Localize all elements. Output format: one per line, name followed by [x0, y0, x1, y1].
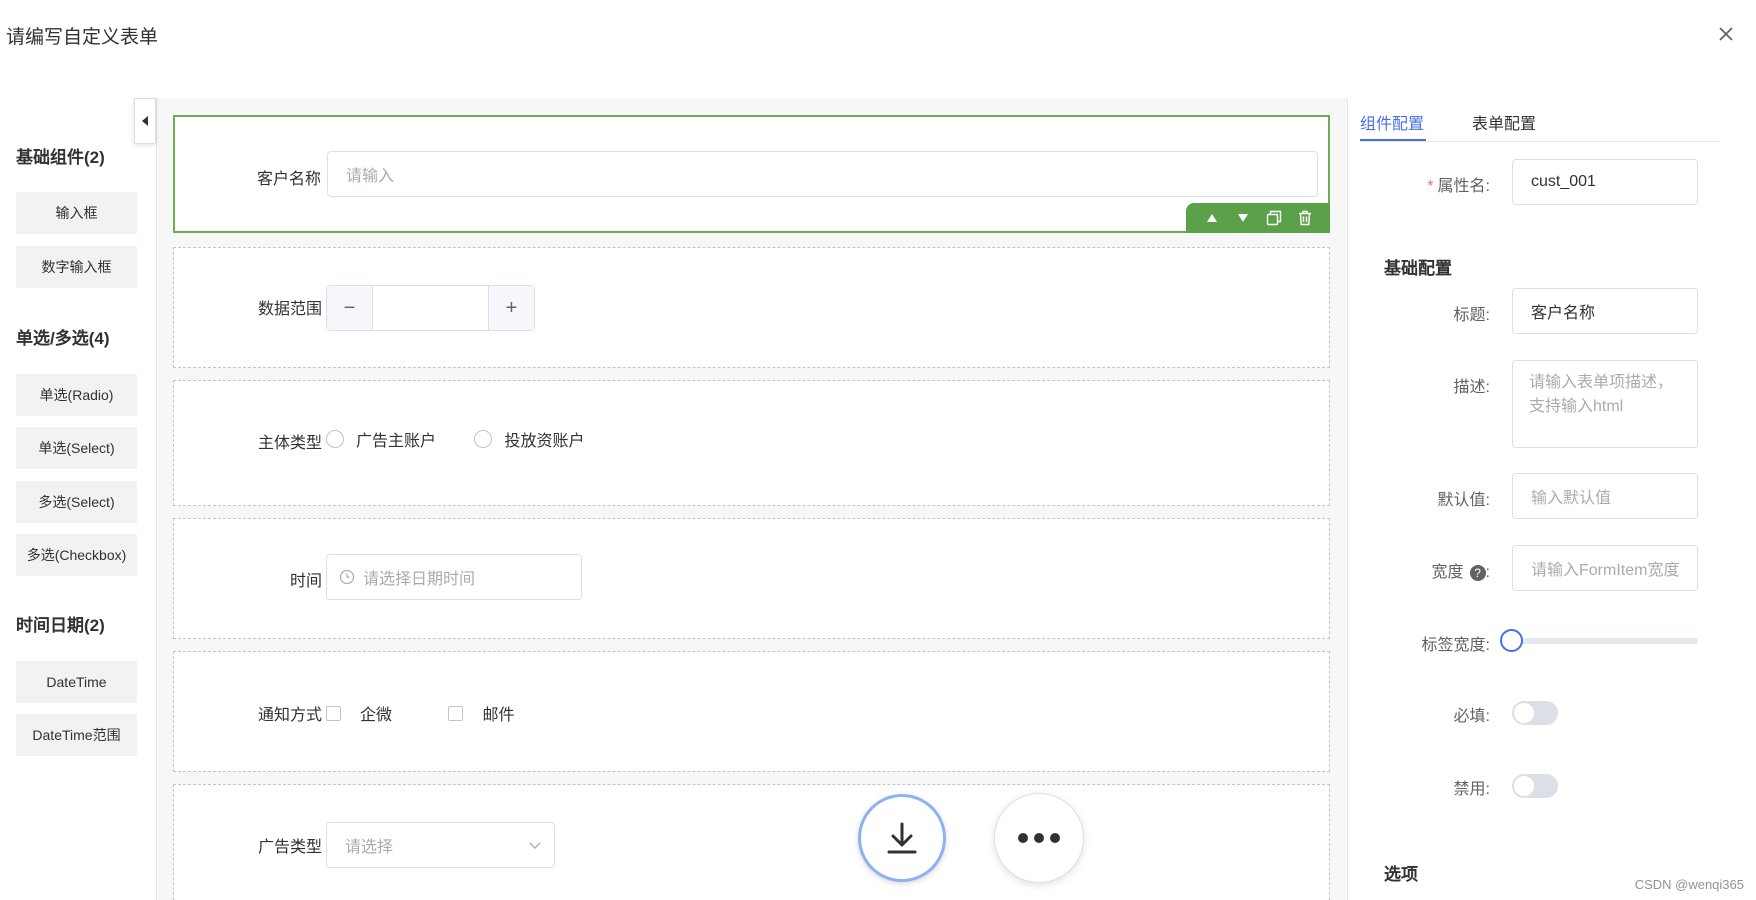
- description-label: 描述:: [1453, 379, 1490, 396]
- checkbox: [448, 705, 464, 721]
- notify-method-checkbox-group: 企微 邮件: [326, 701, 548, 726]
- options-heading: 选项: [1384, 865, 1418, 884]
- palette-item-datetime[interactable]: DateTime: [16, 661, 137, 703]
- caret-left-icon: [142, 116, 148, 126]
- checkbox: [326, 705, 341, 721]
- download-icon: [887, 822, 917, 854]
- help-icon[interactable]: ?: [1469, 564, 1486, 581]
- default-value-input[interactable]: 输入默认值: [1512, 473, 1698, 519]
- palette-item-input[interactable]: 输入框: [16, 192, 137, 234]
- field-toolbar: [1186, 203, 1330, 233]
- palette-item-number-input[interactable]: 数字输入框: [16, 246, 137, 288]
- form-field-entity-type[interactable]: 主体类型 广告主账户 投放资账户: [173, 380, 1330, 506]
- radio-option[interactable]: 广告主账户: [326, 427, 436, 451]
- customer-name-input[interactable]: 请输入: [327, 151, 1318, 197]
- radio-circle: [474, 430, 493, 448]
- palette-item-datetime-range[interactable]: DateTime范围: [16, 714, 137, 756]
- tab-form-config[interactable]: 表单配置: [1472, 110, 1536, 134]
- label-width-label: 标签宽度:: [1421, 637, 1490, 654]
- form-field-notify-method[interactable]: 通知方式 企微 邮件: [173, 651, 1330, 772]
- field-label: 数据范围: [257, 301, 322, 318]
- data-range-stepper: − +: [326, 285, 535, 331]
- palette-item-multi-select[interactable]: 多选(Select): [16, 481, 137, 523]
- chevron-down-icon: [529, 842, 541, 849]
- basic-config-heading: 基础配置: [1384, 259, 1452, 278]
- field-label: 主体类型: [257, 435, 322, 452]
- tab-component-config[interactable]: 组件配置: [1360, 110, 1424, 134]
- field-label: 客户名称: [256, 171, 321, 188]
- copy-icon[interactable]: [1263, 207, 1285, 229]
- ad-type-select[interactable]: 请选择: [326, 822, 555, 868]
- palette-item-radio[interactable]: 单选(Radio): [16, 374, 137, 416]
- default-value-label: 默认值:: [1437, 492, 1490, 509]
- disabled-label: 禁用:: [1453, 781, 1490, 798]
- clock-icon: [339, 569, 355, 585]
- form-field-customer-name[interactable]: 客户名称 请输入: [173, 115, 1330, 233]
- label-width-slider[interactable]: [1512, 638, 1698, 644]
- form-field-ad-type[interactable]: 广告类型 请选择: [173, 784, 1330, 900]
- watermark-credit: CSDN @wenqi365: [1634, 877, 1744, 892]
- form-field-data-range[interactable]: 数据范围 − +: [173, 247, 1330, 368]
- checkbox-option[interactable]: 邮件: [448, 701, 514, 725]
- delete-icon[interactable]: [1294, 207, 1316, 229]
- palette-item-checkbox[interactable]: 多选(Checkbox): [16, 534, 137, 576]
- title-input[interactable]: 客户名称: [1512, 288, 1698, 334]
- field-label: 时间: [289, 573, 322, 590]
- checkbox-option-label: 邮件: [482, 707, 515, 724]
- more-icon: [1018, 833, 1060, 843]
- checkbox-option-label: 企微: [360, 707, 393, 724]
- dialog-title: 请编写自定义表单: [6, 27, 159, 48]
- move-up-icon[interactable]: [1201, 207, 1223, 229]
- description-textarea[interactable]: 请输入表单项描述，支持输入html: [1512, 360, 1698, 448]
- download-button[interactable]: [858, 794, 946, 882]
- active-tab-indicator: [1360, 139, 1426, 141]
- tabs-divider: [1360, 141, 1720, 142]
- radio-circle: [326, 430, 344, 448]
- width-input[interactable]: 请输入FormItem宽度: [1512, 545, 1698, 591]
- decrement-button[interactable]: −: [327, 286, 373, 330]
- datetime-placeholder: 请选择日期时间: [363, 571, 476, 588]
- width-label: 宽度?:: [1431, 564, 1490, 581]
- palette-group-title-choice: 单选/多选(4): [16, 329, 110, 348]
- radio-option-label: 投放资账户: [504, 433, 585, 450]
- entity-type-radio-group: 广告主账户 投放资账户: [326, 427, 618, 453]
- palette-item-select[interactable]: 单选(Select): [16, 427, 137, 469]
- radio-option[interactable]: 投放资账户: [474, 427, 584, 451]
- form-field-time[interactable]: 时间 请选择日期时间: [173, 518, 1330, 639]
- data-range-number-input[interactable]: [373, 286, 488, 330]
- field-label: 通知方式: [257, 707, 322, 724]
- palette-group-title-datetime: 时间日期(2): [16, 616, 105, 635]
- property-name-input[interactable]: cust_001: [1512, 159, 1698, 205]
- radio-option-label: 广告主账户: [356, 433, 437, 450]
- palette-group-title-basic: 基础组件(2): [16, 148, 105, 167]
- select-placeholder: 请选择: [345, 839, 394, 856]
- required-toggle[interactable]: [1512, 701, 1558, 725]
- title-label: 标题:: [1453, 307, 1490, 324]
- move-down-icon[interactable]: [1232, 207, 1254, 229]
- dialog-header: 请编写自定义表单: [0, 0, 1756, 72]
- close-icon[interactable]: [1714, 22, 1738, 46]
- collapse-sidebar-button[interactable]: [134, 98, 156, 144]
- required-label: 必填:: [1453, 708, 1490, 725]
- datetime-picker-input[interactable]: 请选择日期时间: [326, 554, 582, 600]
- disabled-toggle[interactable]: [1512, 774, 1558, 798]
- increment-button[interactable]: +: [488, 286, 534, 330]
- label-width-slider-thumb[interactable]: [1500, 629, 1523, 652]
- field-label: 广告类型: [257, 839, 322, 856]
- checkbox-option[interactable]: 企微: [326, 701, 392, 725]
- more-button[interactable]: [994, 793, 1084, 883]
- property-name-label: * 属性名:: [1427, 178, 1490, 195]
